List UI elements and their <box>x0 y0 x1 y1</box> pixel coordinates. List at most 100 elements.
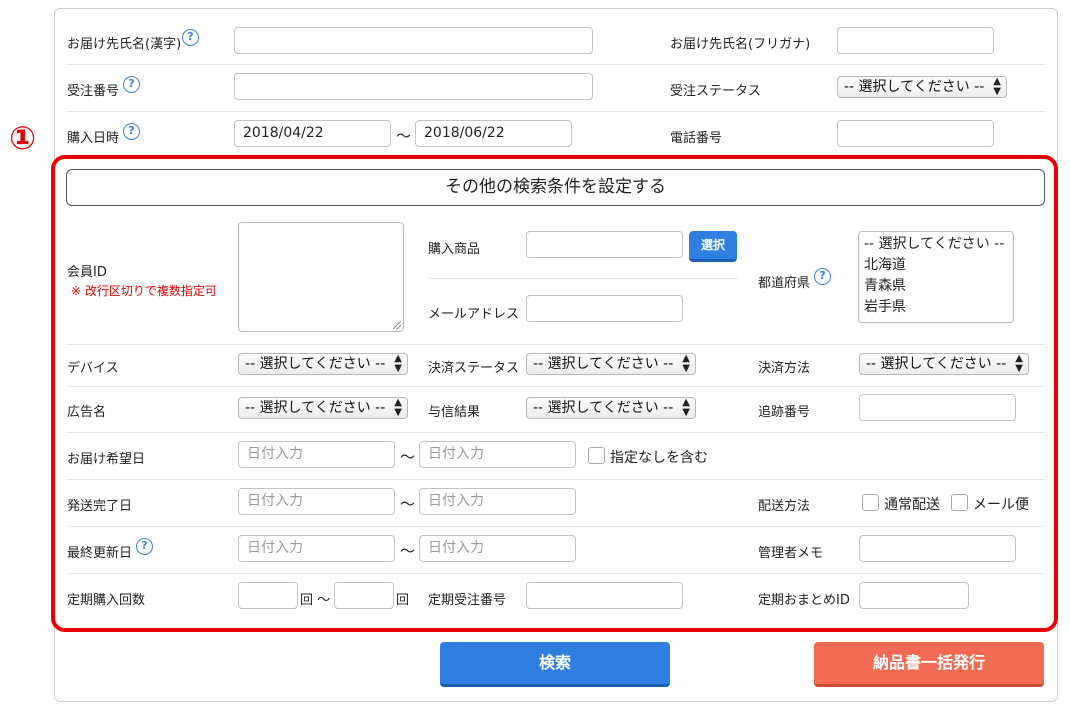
phone-input[interactable] <box>837 120 994 147</box>
resize-grip-icon[interactable] <box>393 321 401 329</box>
order-status-value: -- 選択してください -- <box>844 79 985 95</box>
help-icon[interactable]: ? <box>814 268 831 285</box>
select-arrows-icon: ▲ ▼ <box>394 353 402 374</box>
last-updated-to-input[interactable]: 日付入力 <box>419 535 576 562</box>
row-divider <box>67 344 1045 345</box>
select-arrows-icon: ▲ ▼ <box>682 353 690 374</box>
row-divider <box>67 526 1045 527</box>
device-select[interactable]: -- 選択してください -- ▲ ▼ <box>238 353 408 375</box>
ship-complete-label: 発送完了日 <box>67 499 133 514</box>
row-divider <box>67 573 1045 574</box>
prefecture-option[interactable]: 北海道 <box>864 255 1008 276</box>
row-divider <box>67 111 1045 112</box>
recipient-name-kanji-label: お届け先氏名(漢字) <box>67 37 182 52</box>
recipient-name-kana-label: お届け先氏名(フリガナ) <box>670 37 811 52</box>
search-button[interactable]: 検索 <box>440 642 670 687</box>
purchase-date-from-input[interactable]: 2018/04/22 <box>234 120 391 147</box>
help-icon[interactable]: ? <box>136 538 153 555</box>
range-separator: ～ <box>400 448 416 466</box>
member-id-label: 会員ID <box>67 265 107 280</box>
product-input[interactable] <box>526 231 683 258</box>
phone-label: 電話番号 <box>670 131 723 146</box>
delivery-date-from-input[interactable]: 日付入力 <box>238 441 395 468</box>
subscription-count-unit-to: 回 <box>396 593 410 608</box>
prefecture-option[interactable]: 岩手県 <box>864 297 1008 318</box>
range-separator: ～ <box>400 495 416 513</box>
row-divider <box>67 64 1045 65</box>
delivery-date-to-input[interactable]: 日付入力 <box>419 441 576 468</box>
device-value: -- 選択してください -- <box>245 356 386 372</box>
row-divider <box>67 432 1045 433</box>
credit-result-label: 与信結果 <box>428 405 481 420</box>
mail-delivery-checkbox[interactable] <box>951 494 968 511</box>
shipping-method-label: 配送方法 <box>758 499 811 514</box>
help-icon[interactable]: ? <box>182 29 199 46</box>
normal-delivery-label: 通常配送 <box>884 497 940 513</box>
tracking-input[interactable] <box>859 394 1016 421</box>
payment-method-select[interactable]: -- 選択してください -- ▲ ▼ <box>859 353 1029 375</box>
admin-memo-label: 管理者メモ <box>758 546 824 561</box>
credit-result-value: -- 選択してください -- <box>533 400 674 416</box>
credit-result-select[interactable]: -- 選択してください -- ▲ ▼ <box>526 397 696 419</box>
admin-memo-input[interactable] <box>859 535 1016 562</box>
subscription-count-label: 定期購入回数 <box>67 593 146 608</box>
subscription-order-input[interactable] <box>526 582 683 609</box>
subscription-bundle-label: 定期おまとめID <box>758 593 850 608</box>
payment-method-value: -- 選択してください -- <box>866 356 1007 372</box>
select-arrows-icon: ▲ ▼ <box>394 397 402 418</box>
email-label: メールアドレス <box>428 307 520 322</box>
last-updated-from-input[interactable]: 日付入力 <box>238 535 395 562</box>
payment-method-label: 決済方法 <box>758 361 811 376</box>
select-arrows-icon: ▲ ▼ <box>1015 353 1023 374</box>
order-status-select[interactable]: -- 選択してください -- ▲ ▼ <box>837 76 1007 98</box>
ad-label: 広告名 <box>67 405 107 420</box>
purchase-date-label: 購入日時 <box>67 131 120 146</box>
normal-delivery-checkbox[interactable] <box>862 494 879 511</box>
ad-select[interactable]: -- 選択してください -- ▲ ▼ <box>238 397 408 419</box>
subscription-order-label: 定期受注番号 <box>428 593 507 608</box>
order-number-input[interactable] <box>234 73 593 100</box>
ship-complete-to-input[interactable]: 日付入力 <box>419 488 576 515</box>
tracking-label: 追跡番号 <box>758 405 811 420</box>
delivery-date-label: お届け希望日 <box>67 452 146 467</box>
help-icon[interactable]: ? <box>123 76 140 93</box>
include-none-checkbox[interactable] <box>588 447 605 464</box>
email-input[interactable] <box>526 295 683 322</box>
prefecture-option[interactable]: 青森県 <box>864 276 1008 297</box>
row-divider <box>67 479 1045 480</box>
last-updated-label: 最終更新日 <box>67 546 133 561</box>
subscription-count-to-input[interactable] <box>334 582 394 609</box>
callout-number: ① <box>9 119 37 157</box>
recipient-name-kana-input[interactable] <box>837 27 994 54</box>
payment-status-label: 決済ステータス <box>428 361 520 376</box>
select-arrows-icon: ▲ ▼ <box>993 76 1001 97</box>
range-separator: ～ <box>396 127 412 145</box>
select-arrows-icon: ▲ ▼ <box>682 397 690 418</box>
ship-complete-from-input[interactable]: 日付入力 <box>238 488 395 515</box>
help-icon[interactable]: ? <box>123 123 140 140</box>
product-select-button[interactable]: 選択 <box>689 231 737 262</box>
purchase-date-to-input[interactable]: 2018/06/22 <box>415 120 572 147</box>
other-conditions-toggle[interactable]: その他の検索条件を設定する <box>66 169 1045 206</box>
order-status-label: 受注ステータス <box>670 84 762 99</box>
prefecture-listbox[interactable]: -- 選択してください -- 北海道 青森県 岩手県 <box>858 231 1014 323</box>
recipient-name-kanji-input[interactable] <box>234 27 593 54</box>
bulk-issue-delivery-slip-button[interactable]: 納品書一括発行 <box>814 642 1044 687</box>
mail-delivery-label: メール便 <box>973 497 1029 513</box>
payment-status-value: -- 選択してください -- <box>533 356 674 372</box>
device-label: デバイス <box>67 361 119 376</box>
subscription-bundle-input[interactable] <box>859 582 969 609</box>
ad-value: -- 選択してください -- <box>245 400 386 416</box>
order-number-label: 受注番号 <box>67 84 120 99</box>
prefecture-label: 都道府県 <box>758 276 811 291</box>
row-divider <box>428 278 738 279</box>
product-label: 購入商品 <box>428 242 481 257</box>
include-none-label: 指定なしを含む <box>610 450 708 466</box>
subscription-count-from-input[interactable] <box>238 582 298 609</box>
prefecture-option[interactable]: -- 選択してください -- <box>864 234 1008 255</box>
member-id-note: ※ 改行区切りで複数指定可 <box>71 284 217 298</box>
row-divider <box>67 386 1045 387</box>
subscription-count-unit-from: 回 ～ <box>300 593 331 608</box>
payment-status-select[interactable]: -- 選択してください -- ▲ ▼ <box>526 353 696 375</box>
member-id-textarea[interactable] <box>238 222 404 332</box>
